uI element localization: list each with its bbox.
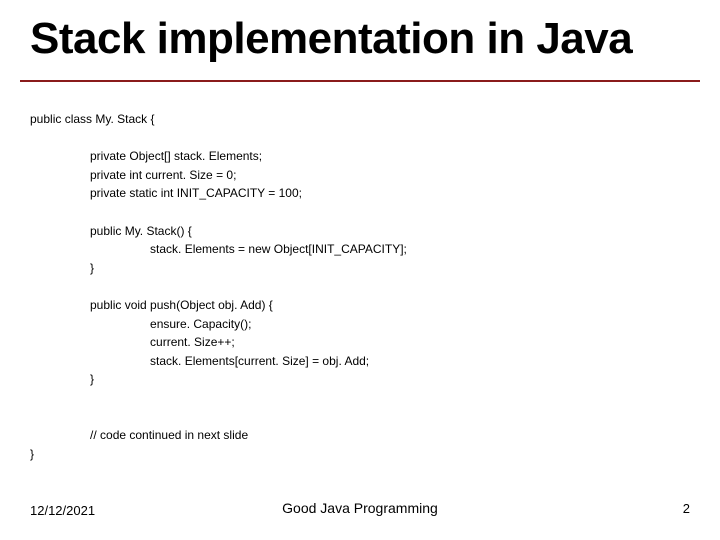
slide-title: Stack implementation in Java — [30, 14, 690, 64]
footer-title: Good Java Programming — [0, 500, 720, 516]
title-underline — [20, 80, 700, 82]
footer-page-number: 2 — [683, 501, 690, 516]
code-block: public class My. Stack { private Object[… — [30, 110, 690, 463]
slide: Stack implementation in Java public clas… — [0, 0, 720, 540]
